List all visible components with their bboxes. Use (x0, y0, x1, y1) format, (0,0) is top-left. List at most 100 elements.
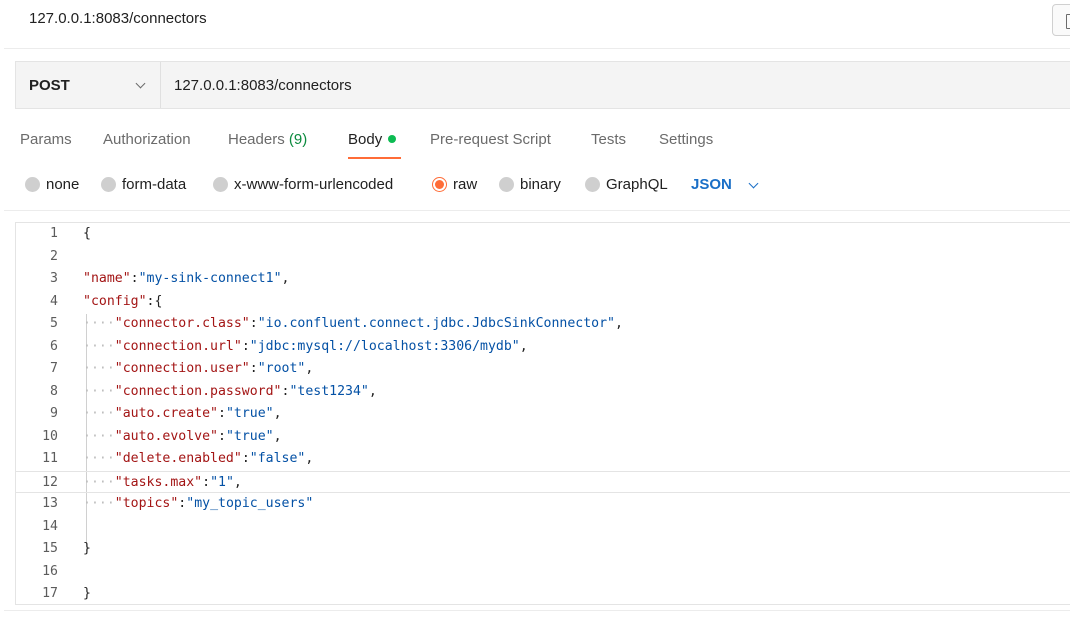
body-type-graphql[interactable]: GraphQL (606, 176, 668, 193)
brace: { (154, 293, 163, 309)
title-bar: 127.0.0.1:8083/connectors (0, 0, 1070, 40)
code-line: 10 ····"auto.evolve":"true", (16, 426, 1070, 448)
code-line: 8 ····"connection.password":"test1234", (16, 381, 1070, 403)
request-bar: POST (15, 61, 1070, 109)
code-text: ····"connector.class":"io.confluent.conn… (83, 316, 623, 331)
code-text: ····"tasks.max":"1", (83, 474, 242, 490)
tab-pre-request-script[interactable]: Pre-request Script (430, 131, 551, 148)
code-text: ····"connection.user":"root", (83, 361, 314, 376)
chevron-down-icon (135, 78, 146, 89)
document-icon[interactable] (1052, 4, 1070, 36)
code-text: ····"auto.create":"true", (83, 406, 282, 421)
tab-label: Headers (228, 131, 285, 148)
line-number: 9 (50, 406, 58, 421)
divider (4, 210, 1070, 211)
json-key: "name" (83, 271, 131, 286)
code-text: ····"topics":"my_topic_users" (83, 496, 314, 511)
tab-authorization[interactable]: Authorization (103, 131, 191, 148)
code-line: 9 ····"auto.create":"true", (16, 403, 1070, 425)
request-tabs: Params Authorization Headers (9) Body Pr… (0, 126, 1070, 160)
tab-label: Authorization (103, 131, 191, 148)
body-type-form-data[interactable]: form-data (122, 176, 186, 193)
url-input[interactable] (161, 62, 1061, 108)
code-line: 11 ····"delete.enabled":"false", (16, 448, 1070, 470)
code-text: "config":{ (83, 293, 163, 309)
radio-graphql[interactable] (585, 177, 600, 192)
body-indicator-dot (388, 135, 397, 143)
json-value: "jdbc:mysql://localhost:3306/mydb" (249, 338, 520, 354)
code-editor[interactable]: 1 { 2 3 "name":"my-sink-connect1", 4 "co… (15, 222, 1070, 605)
line-number: 7 (50, 361, 58, 376)
json-value: "test1234" (289, 383, 369, 399)
json-key: "auto.create" (114, 406, 218, 421)
code-line-current: 12 ····"tasks.max":"1", (16, 470, 1070, 493)
brace: } (83, 541, 91, 556)
chevron-down-icon[interactable] (748, 178, 759, 189)
active-tab-indicator (348, 157, 401, 159)
code-line: 17 } (16, 583, 1070, 605)
code-text: ····"connection.password":"test1234", (83, 383, 377, 399)
line-number: 14 (42, 518, 58, 534)
code-line: 4 "config":{ (16, 291, 1070, 313)
json-key: "config" (83, 293, 147, 309)
code-text: ····"auto.evolve":"true", (83, 428, 282, 444)
tab-label: Pre-request Script (430, 131, 551, 148)
line-number: 17 (42, 586, 58, 601)
code-text: "name":"my-sink-connect1", (83, 271, 290, 286)
tab-params[interactable]: Params (20, 131, 72, 148)
code-line: 1 { (16, 223, 1070, 245)
tab-label: Params (20, 131, 72, 148)
line-number: 2 (50, 248, 58, 264)
radio-raw[interactable] (432, 177, 447, 192)
json-key: "connection.url" (114, 338, 242, 354)
request-title[interactable]: 127.0.0.1:8083/connectors (29, 10, 207, 27)
body-type-binary[interactable]: binary (520, 176, 561, 193)
line-number: 13 (42, 496, 58, 511)
json-value: "root" (257, 361, 306, 376)
radio-x-www-form-urlencoded[interactable] (213, 177, 228, 192)
method-select[interactable]: POST (16, 62, 161, 108)
json-key: "topics" (114, 496, 179, 511)
json-value: "1" (210, 474, 234, 490)
json-value: "true" (225, 428, 274, 444)
tab-headers[interactable]: Headers (9) (228, 131, 307, 148)
method-label: POST (29, 77, 70, 94)
code-line: 13 ····"topics":"my_topic_users" (16, 493, 1070, 515)
line-number: 15 (42, 541, 58, 556)
brace: { (83, 226, 91, 241)
line-number: 12 (42, 474, 58, 490)
code-line: 6 ····"connection.url":"jdbc:mysql://loc… (16, 336, 1070, 358)
language-select[interactable]: JSON (691, 176, 732, 193)
radio-none[interactable] (25, 177, 40, 192)
json-value: "false" (249, 451, 306, 466)
code-text: ····"delete.enabled":"false", (83, 451, 314, 466)
code-line: 16 (16, 561, 1070, 583)
brace: } (83, 586, 91, 601)
body-type-none[interactable]: none (46, 176, 79, 193)
code-text: { (83, 226, 91, 241)
line-number: 16 (42, 563, 58, 579)
tab-body[interactable]: Body (348, 131, 397, 148)
radio-form-data[interactable] (101, 177, 116, 192)
code-line: 14 (16, 516, 1070, 538)
body-type-urlencoded[interactable]: x-www-form-urlencoded (234, 176, 393, 193)
json-value: "io.confluent.connect.jdbc.JdbcSinkConne… (257, 316, 615, 331)
json-key: "delete.enabled" (114, 451, 242, 466)
code-line: 3 "name":"my-sink-connect1", (16, 268, 1070, 290)
line-number: 10 (42, 428, 58, 444)
body-type-raw[interactable]: raw (453, 176, 477, 193)
json-value: "my-sink-connect1" (138, 271, 282, 286)
line-number: 3 (50, 271, 58, 286)
divider (4, 610, 1070, 611)
radio-binary[interactable] (499, 177, 514, 192)
line-number: 4 (50, 293, 58, 309)
tab-settings[interactable]: Settings (659, 131, 713, 148)
code-text: } (83, 541, 91, 556)
headers-count: (9) (288, 131, 308, 148)
line-number: 1 (50, 226, 58, 241)
code-text: ····"connection.url":"jdbc:mysql://local… (83, 338, 528, 354)
code-text: } (83, 586, 91, 601)
line-number: 8 (50, 383, 58, 399)
tab-tests[interactable]: Tests (591, 131, 626, 148)
line-number: 5 (50, 316, 58, 331)
